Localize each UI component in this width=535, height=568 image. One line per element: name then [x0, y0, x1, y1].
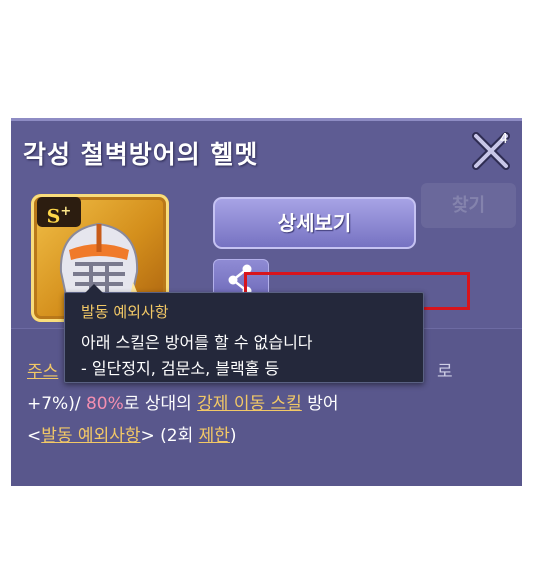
description-line-3: <발동 예외사항> (2회 제한): [27, 421, 237, 446]
tooltip-arrow: [85, 284, 103, 293]
grade-plus: +: [60, 204, 72, 219]
exceptions-tooltip: 발동 예외사항 아래 스킬은 방어를 할 수 없습니다 - 일단정지, 검문소,…: [64, 284, 424, 383]
grade-badge: S+: [37, 197, 81, 227]
item-title: 각성 철벽방어의 헬멧: [23, 140, 259, 169]
grade-letter: S: [46, 205, 61, 228]
close-button[interactable]: 4: [470, 130, 512, 172]
tooltip-line-2: - 일단정지, 검문소, 블랙홀 등: [81, 359, 280, 378]
description-text: ): [229, 426, 237, 446]
description-text: 로 상대의: [123, 394, 198, 414]
tooltip-title: 발동 예외사항: [81, 303, 169, 321]
description-text: > (2회: [140, 426, 199, 446]
percent-value: 80%: [85, 394, 124, 414]
description-line-2: +7%)/ 80%로 상대의 강제 이동 스킬 방어: [27, 389, 339, 414]
activation-exceptions-link[interactable]: 발동 예외사항: [41, 426, 140, 446]
description-text: 방어: [301, 394, 339, 414]
description-line-1: 주스 로: [27, 357, 453, 382]
tooltip-line-1: 아래 스킬은 방어를 할 수 없습니다: [81, 333, 313, 352]
description-text: <: [27, 426, 42, 446]
detail-view-button[interactable]: 상세보기: [213, 197, 416, 249]
background-find-button: 찾기: [421, 183, 516, 228]
description-line1-suffix: 로: [437, 362, 453, 382]
description-line1-prefix: 주스: [27, 362, 59, 382]
limit-link[interactable]: 제한: [199, 426, 230, 446]
description-text: +7%)/: [27, 394, 86, 414]
forced-move-skill-link[interactable]: 강제 이동 스킬: [197, 394, 302, 414]
close-badge-number: 4: [499, 132, 508, 147]
